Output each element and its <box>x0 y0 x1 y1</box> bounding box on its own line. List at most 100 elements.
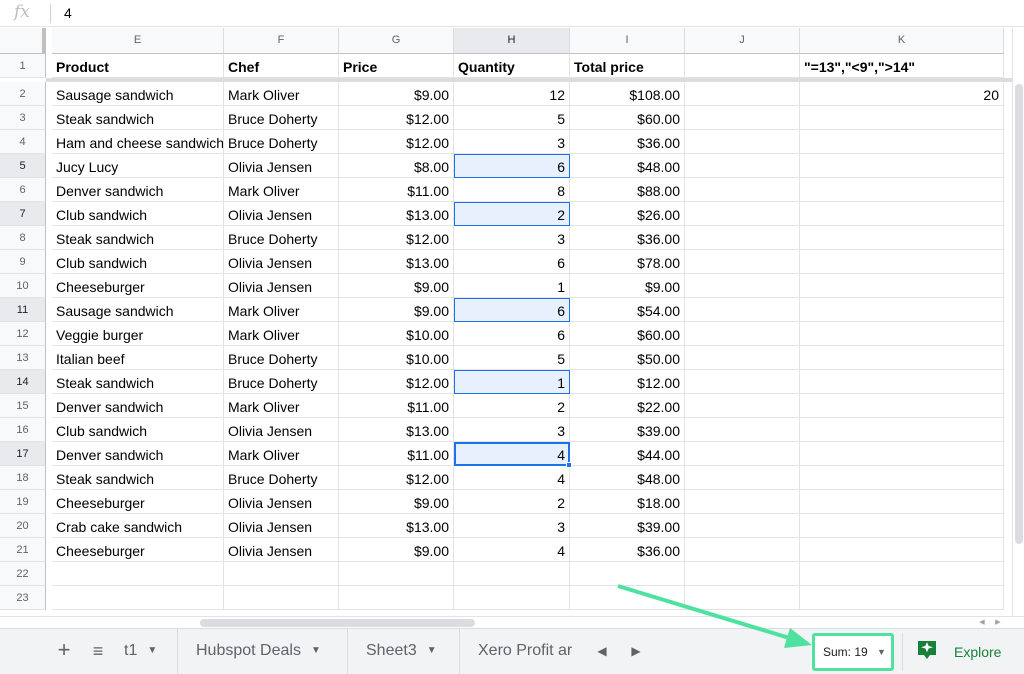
table-cell[interactable]: 8 <box>454 178 570 202</box>
table-cell[interactable]: $9.00 <box>570 274 685 298</box>
table-cell[interactable] <box>685 394 800 418</box>
row-header[interactable]: 23 <box>0 586 46 610</box>
table-cell[interactable]: Club sandwich <box>52 250 224 274</box>
row-header[interactable]: 6 <box>0 178 46 202</box>
table-cell[interactable] <box>685 274 800 298</box>
table-cell[interactable] <box>685 82 800 106</box>
table-cell[interactable]: $26.00 <box>570 202 685 226</box>
table-cell[interactable]: $48.00 <box>570 466 685 490</box>
table-cell[interactable] <box>800 226 1004 250</box>
table-cell[interactable] <box>800 322 1004 346</box>
row-header[interactable]: 19 <box>0 490 46 514</box>
fill-handle[interactable] <box>566 462 572 468</box>
row-header[interactable]: 11 <box>0 298 46 322</box>
table-cell[interactable] <box>800 346 1004 370</box>
table-cell[interactable]: $11.00 <box>339 394 454 418</box>
row-header[interactable]: 2 <box>0 82 46 106</box>
table-cell[interactable]: Olivia Jensen <box>224 490 339 514</box>
table-cell[interactable] <box>685 562 800 586</box>
header-cell[interactable]: Price <box>339 54 454 78</box>
table-cell[interactable]: Cheeseburger <box>52 538 224 562</box>
table-cell[interactable]: $22.00 <box>570 394 685 418</box>
header-cell[interactable]: Total price <box>570 54 685 78</box>
table-cell[interactable]: Denver sandwich <box>52 178 224 202</box>
table-cell[interactable]: $36.00 <box>570 130 685 154</box>
table-cell[interactable]: Cheeseburger <box>52 274 224 298</box>
table-cell[interactable]: Olivia Jensen <box>224 274 339 298</box>
sheet-tab[interactable]: Hubspot Deals ▼ <box>178 629 348 674</box>
table-cell[interactable] <box>685 586 800 610</box>
row-header[interactable]: 13 <box>0 346 46 370</box>
header-cell[interactable]: Quantity <box>454 54 570 78</box>
table-cell[interactable]: $9.00 <box>339 490 454 514</box>
table-cell[interactable] <box>570 586 685 610</box>
table-cell[interactable]: $60.00 <box>570 322 685 346</box>
table-cell[interactable]: 1 <box>454 370 570 394</box>
table-cell[interactable]: Steak sandwich <box>52 466 224 490</box>
table-cell[interactable]: Denver sandwich <box>52 442 224 466</box>
scroll-right-icon[interactable]: ▶ <box>992 618 1004 628</box>
table-cell[interactable] <box>685 298 800 322</box>
table-cell[interactable]: Olivia Jensen <box>224 154 339 178</box>
table-cell[interactable]: $50.00 <box>570 346 685 370</box>
table-cell[interactable] <box>685 418 800 442</box>
column-header-g[interactable]: G <box>339 28 454 54</box>
sheet-tab[interactable]: Sheet3 ▼ <box>348 629 460 674</box>
table-cell[interactable]: 20 <box>800 82 1004 106</box>
table-cell[interactable] <box>685 442 800 466</box>
table-cell[interactable]: Bruce Doherty <box>224 226 339 250</box>
table-cell[interactable]: $88.00 <box>570 178 685 202</box>
table-cell[interactable]: 6 <box>454 322 570 346</box>
table-cell[interactable]: Cheeseburger <box>52 490 224 514</box>
table-cell[interactable] <box>570 562 685 586</box>
table-cell[interactable] <box>52 586 224 610</box>
table-cell[interactable]: Olivia Jensen <box>224 514 339 538</box>
table-cell[interactable] <box>685 226 800 250</box>
table-cell[interactable]: $78.00 <box>570 250 685 274</box>
table-cell[interactable]: 6 <box>454 154 570 178</box>
row-header[interactable]: 14 <box>0 370 46 394</box>
table-cell[interactable] <box>800 298 1004 322</box>
table-cell[interactable]: Olivia Jensen <box>224 538 339 562</box>
table-cell[interactable] <box>454 586 570 610</box>
vertical-scrollbar[interactable] <box>1012 28 1024 616</box>
table-cell[interactable]: $9.00 <box>339 82 454 106</box>
horizontal-scroll-thumb[interactable] <box>200 619 475 627</box>
table-cell[interactable]: $48.00 <box>570 154 685 178</box>
row-header[interactable]: 1 <box>0 54 46 78</box>
table-cell[interactable]: Mark Oliver <box>224 298 339 322</box>
tabs-scroll-right-icon[interactable]: ▶ <box>628 640 644 662</box>
sheet-tab[interactable]: t1 ▼ <box>108 629 178 674</box>
row-header[interactable]: 5 <box>0 154 46 178</box>
row-header[interactable]: 4 <box>0 130 46 154</box>
row-header[interactable]: 3 <box>0 106 46 130</box>
table-cell[interactable] <box>800 178 1004 202</box>
table-cell[interactable] <box>800 586 1004 610</box>
table-cell[interactable] <box>800 202 1004 226</box>
column-header-j[interactable]: J <box>685 28 800 54</box>
formula-input[interactable]: 4 <box>64 4 72 22</box>
table-cell[interactable] <box>52 562 224 586</box>
table-cell[interactable]: $60.00 <box>570 106 685 130</box>
table-cell[interactable] <box>800 562 1004 586</box>
table-cell[interactable]: Mark Oliver <box>224 394 339 418</box>
table-cell[interactable]: $36.00 <box>570 538 685 562</box>
table-cell[interactable] <box>800 538 1004 562</box>
table-cell[interactable]: $10.00 <box>339 346 454 370</box>
table-cell[interactable] <box>800 442 1004 466</box>
table-cell[interactable]: $39.00 <box>570 514 685 538</box>
table-cell[interactable]: $12.00 <box>339 226 454 250</box>
table-cell[interactable]: Steak sandwich <box>52 370 224 394</box>
header-cell[interactable]: Product <box>52 54 224 78</box>
table-cell[interactable]: $9.00 <box>339 274 454 298</box>
table-cell[interactable] <box>800 514 1004 538</box>
table-cell[interactable]: $13.00 <box>339 250 454 274</box>
table-cell[interactable]: 4 <box>454 538 570 562</box>
row-header[interactable]: 10 <box>0 274 46 298</box>
table-cell[interactable]: $11.00 <box>339 442 454 466</box>
table-cell[interactable]: Steak sandwich <box>52 226 224 250</box>
table-cell[interactable]: Italian beef <box>52 346 224 370</box>
table-cell[interactable] <box>685 466 800 490</box>
table-cell[interactable]: 4 <box>454 466 570 490</box>
table-cell[interactable]: Bruce Doherty <box>224 106 339 130</box>
